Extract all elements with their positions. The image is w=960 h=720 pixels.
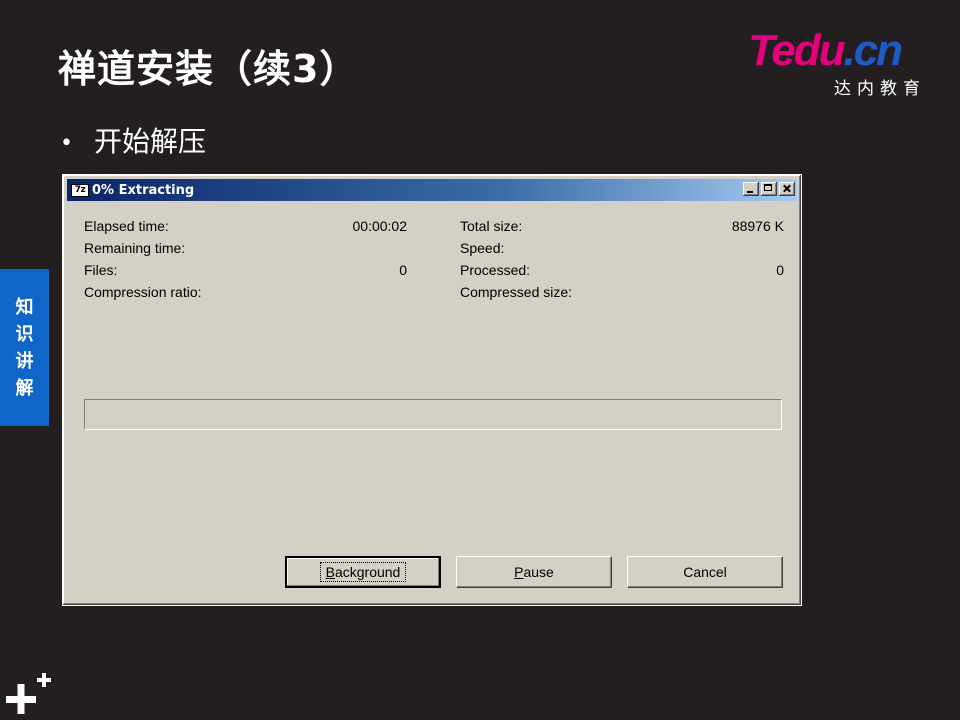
compressed-size-label: Compressed size:	[460, 284, 573, 300]
close-button[interactable]	[779, 182, 795, 196]
slide-title: 禅道安装（续3）	[58, 47, 359, 91]
tedu-logo: Tedu.cn 达内教育	[748, 26, 938, 100]
side-tab-char: 知	[15, 296, 34, 318]
logo-wordmark: Tedu.cn	[748, 26, 903, 76]
window-title: 0% Extracting	[92, 182, 195, 198]
7zip-app-icon[interactable]: 7z	[71, 183, 89, 197]
side-tab-char: 解	[15, 377, 34, 399]
window-titlebar[interactable]: 7z 0% Extracting	[67, 179, 797, 201]
elapsed-time-label: Elapsed time:	[84, 218, 169, 234]
minimize-button[interactable]	[743, 182, 759, 196]
remaining-time-label: Remaining time:	[84, 240, 186, 256]
pause-button-label: Pause	[514, 564, 554, 580]
extracting-dialog: 7z 0% Extracting Elapsed time: 00:00:02 …	[62, 174, 802, 606]
elapsed-time-value: 00:00:02	[352, 218, 408, 234]
bullet-text: 开始解压	[94, 125, 207, 158]
processed-label: Processed:	[460, 262, 531, 278]
window-controls	[741, 182, 795, 196]
side-tab-char: 识	[15, 323, 34, 345]
side-tab-knowledge: 知 识 讲 解	[0, 269, 49, 426]
bullet-dot-icon: •	[60, 130, 73, 156]
pause-button[interactable]: Pause	[456, 556, 612, 588]
maximize-button[interactable]	[761, 182, 777, 196]
processed-value: 0	[776, 262, 784, 278]
side-tab-char: 讲	[15, 350, 34, 372]
background-button[interactable]: Background	[285, 556, 441, 588]
compression-ratio-label: Compression ratio:	[84, 284, 202, 300]
total-size-label: Total size:	[460, 218, 523, 234]
files-value: 0	[399, 262, 407, 278]
logo-subtitle: 达内教育	[834, 79, 926, 99]
total-size-value: 88976 K	[731, 218, 784, 234]
plus-decoration-icon	[6, 673, 51, 714]
bullet-item: • 开始解压	[60, 120, 206, 160]
logo-tedu-text: Tedu	[748, 26, 845, 75]
background-button-label: Background	[319, 562, 407, 582]
speed-label: Speed:	[460, 240, 505, 256]
cancel-button[interactable]: Cancel	[627, 556, 783, 588]
cancel-button-label: Cancel	[683, 564, 727, 580]
files-label: Files:	[84, 262, 118, 278]
extraction-progress-bar	[84, 399, 782, 430]
logo-cn-text: .cn	[843, 26, 903, 75]
